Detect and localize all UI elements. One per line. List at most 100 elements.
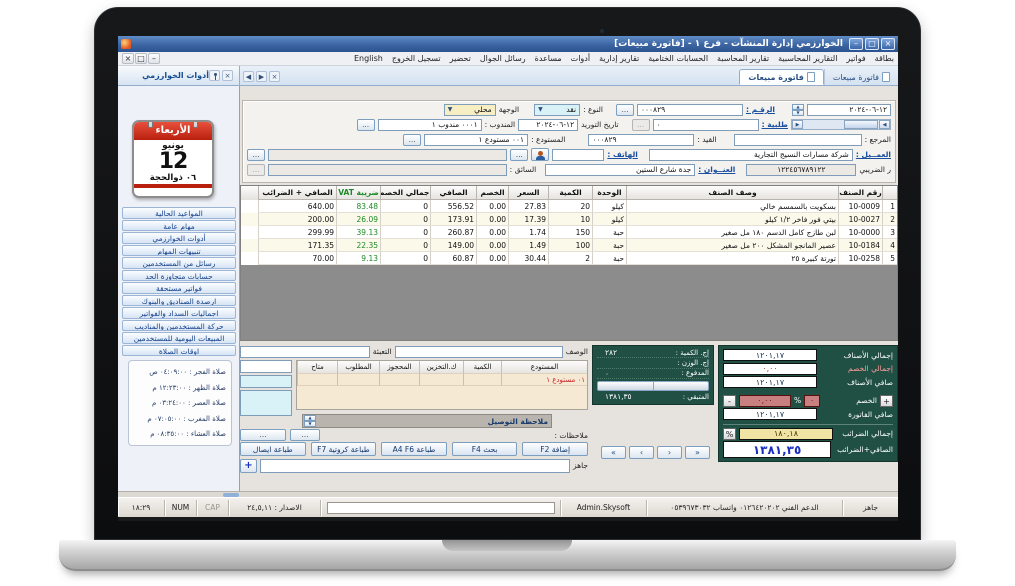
sidebar-item[interactable]: حسابات متجاوزة الحد xyxy=(122,270,236,282)
table-row[interactable]: 110-0009بسكويت بالسمسم خاليكيلو2027.830.… xyxy=(241,200,897,213)
reference-field[interactable] xyxy=(734,134,862,146)
percent-icon[interactable]: % xyxy=(723,428,736,440)
packing-field[interactable] xyxy=(240,346,370,358)
column-header[interactable]: الصافي xyxy=(430,186,476,200)
warehouse-field[interactable]: ٠٠١ مستودع ١ xyxy=(424,134,528,146)
record-nav-button[interactable]: › xyxy=(657,446,682,459)
menu-item[interactable]: تقارير المحاسبة xyxy=(717,54,769,63)
column-header[interactable]: السعر xyxy=(508,186,548,200)
action-button[interactable]: طباعة ايصال xyxy=(240,442,306,456)
column-header[interactable]: اجمالي الخصم xyxy=(380,186,430,200)
table-row[interactable]: 210-0027بيتي فور فاخر ١/٢ كيلوكيلو1017.3… xyxy=(241,213,897,226)
browse-driver-button[interactable]: … xyxy=(247,164,265,176)
status-input[interactable] xyxy=(327,502,555,514)
column-header[interactable]: متاح xyxy=(297,361,337,374)
delivery-spinner[interactable]: ▲▼ xyxy=(304,415,316,427)
invoice-number-field[interactable]: ٠٠٠٨٢٩ xyxy=(637,104,743,116)
qty-box[interactable] xyxy=(240,360,292,373)
column-header[interactable] xyxy=(882,186,897,200)
child-minimize-icon[interactable]: – xyxy=(148,53,160,64)
menu-item[interactable]: الحسابات الختامية xyxy=(648,54,708,63)
table-row[interactable]: ٠١ مستودع ١ xyxy=(297,374,587,386)
table-row[interactable]: 310-0000لبن طازج كامل الدسم ١٨٠ مل صغيرح… xyxy=(241,226,897,239)
order-field[interactable]: ٠ xyxy=(653,119,759,131)
invoice-number-label[interactable]: الرقـم : xyxy=(746,105,775,114)
browse-phone2-button[interactable]: … xyxy=(247,149,265,161)
sidebar-item[interactable]: مهام عامة xyxy=(122,220,236,232)
supply-date-field[interactable]: ١٢-٠٦-٢٠٢٤ xyxy=(518,119,578,131)
record-nav-button[interactable]: « xyxy=(601,446,626,459)
column-header[interactable]: الكمية xyxy=(463,361,501,374)
sidebar-item[interactable]: أدوات الخوارزمي xyxy=(122,232,236,244)
tab-sales-invoice[interactable]: فاتورة مبيعات xyxy=(739,69,823,85)
order-label[interactable]: طلبية : xyxy=(762,120,788,129)
action-button[interactable]: طباعة A4 F6 xyxy=(381,442,447,456)
address-label[interactable]: العنــوان : xyxy=(698,165,735,174)
phone-field[interactable] xyxy=(552,149,604,161)
add-line-plus-icon[interactable]: + xyxy=(240,459,257,473)
browse-rep-button[interactable]: … xyxy=(357,119,375,131)
pin-icon[interactable] xyxy=(209,70,220,81)
sidebar-item[interactable]: رسائل من المستخدمين xyxy=(122,257,236,269)
column-header[interactable]: المستودع xyxy=(501,361,587,374)
menu-item[interactable]: تسجيل الخروج xyxy=(392,54,441,63)
column-header[interactable]: المحجوز xyxy=(379,361,419,374)
description-field[interactable] xyxy=(395,346,563,358)
barcode-input[interactable] xyxy=(260,459,570,473)
record-nav-button[interactable]: » xyxy=(685,446,710,459)
record-nav-button[interactable]: ‹ xyxy=(629,446,654,459)
entry-field[interactable]: ٠٠٠٨٢٩ xyxy=(588,134,694,146)
restore-icon[interactable]: □ xyxy=(865,38,879,50)
tax-number-field[interactable]: ١٢٢٤٥٦٧٨٩١٢٢ xyxy=(746,164,856,176)
browse-warehouse-button[interactable]: … xyxy=(403,134,421,146)
browse-phone-button[interactable]: … xyxy=(510,149,528,161)
column-header[interactable]: الكمية xyxy=(548,186,592,200)
qty-box-cyan[interactable] xyxy=(240,375,292,388)
sidebar-item[interactable]: ارصدة الصناديق والبنوك xyxy=(122,295,236,307)
sidebar-item[interactable]: اجماليات السداد والفواتير xyxy=(122,307,236,319)
minus-icon[interactable]: - xyxy=(723,395,736,407)
action-button[interactable]: بحث F4 xyxy=(452,442,518,456)
column-header[interactable]: وصف الصنف xyxy=(626,186,838,200)
action-button[interactable]: طباعة كروتية F7 xyxy=(311,442,377,456)
date-spinner[interactable]: ▲▼ xyxy=(792,104,804,116)
plus-icon[interactable]: + xyxy=(880,395,893,407)
column-header[interactable]: المطلوب xyxy=(337,361,379,374)
phone-label[interactable]: الهاتف : xyxy=(607,150,638,159)
action-button[interactable]: إضافة F2 xyxy=(522,442,588,456)
sidebar-item[interactable]: فواتير مستحقة xyxy=(122,282,236,294)
tab-scroll-icon[interactable]: ◀ xyxy=(243,71,254,82)
scroll-left-icon[interactable]: ▶ xyxy=(792,120,803,129)
dock-panel-header[interactable]: × أدوات الخوارزمي xyxy=(118,66,240,85)
menu-item[interactable]: مساعدة xyxy=(535,54,562,63)
invoice-date-field[interactable]: ١٢-٠٦-٢٠٢٤ xyxy=(807,104,891,116)
address-field[interactable]: جدة شارع الستين xyxy=(545,164,695,176)
scroll-thumb[interactable] xyxy=(844,120,878,129)
child-close-icon[interactable]: × xyxy=(122,53,134,64)
browse-order-button[interactable]: … xyxy=(632,119,650,131)
qty-box-cyan[interactable] xyxy=(240,390,292,416)
sidebar-item[interactable]: اوقات الصلاة xyxy=(122,345,236,357)
column-header[interactable]: رقم الصنف xyxy=(838,186,882,200)
type-dropdown[interactable]: نقد▼ xyxy=(534,104,580,116)
notes-browse2-button[interactable]: … xyxy=(240,429,286,441)
menu-item[interactable]: تقارير إدارية xyxy=(599,54,639,63)
close-icon[interactable]: × xyxy=(881,38,895,50)
child-restore-icon[interactable]: □ xyxy=(135,53,147,64)
customer-field[interactable]: شركة مسارات النسيج التجارية xyxy=(649,149,853,161)
notes-browse-button[interactable]: … xyxy=(290,429,320,441)
table-row[interactable]: 410-0184عصير المانجو المشكل ٢٠٠ مل صغيرح… xyxy=(241,239,897,252)
menu-item[interactable]: أدوات xyxy=(571,54,590,63)
sidebar-item[interactable]: المبيعات اليومية للمستخدمين xyxy=(122,332,236,344)
column-header[interactable]: ضريبة VAT xyxy=(336,186,380,200)
tab-scroll-icon[interactable]: ▶ xyxy=(256,71,267,82)
sidebar-item[interactable]: المواعيد الحالية xyxy=(122,207,236,219)
rep-field[interactable]: ٠٠٠١ مندوب ١ xyxy=(378,119,482,131)
menu-item[interactable]: English xyxy=(354,54,383,63)
customer-label[interactable]: العمــيل : xyxy=(856,150,891,159)
sidebar-item[interactable]: حركة المستخدمين والمناديب xyxy=(122,320,236,332)
column-header[interactable]: الخصم xyxy=(476,186,508,200)
table-row[interactable]: 510-0258تورتة كبيرة ٢٥حبة230.440.0060.87… xyxy=(241,252,897,265)
column-header[interactable]: الصافي + الضرائب xyxy=(258,186,336,200)
dock-close-icon[interactable]: × xyxy=(222,70,233,81)
